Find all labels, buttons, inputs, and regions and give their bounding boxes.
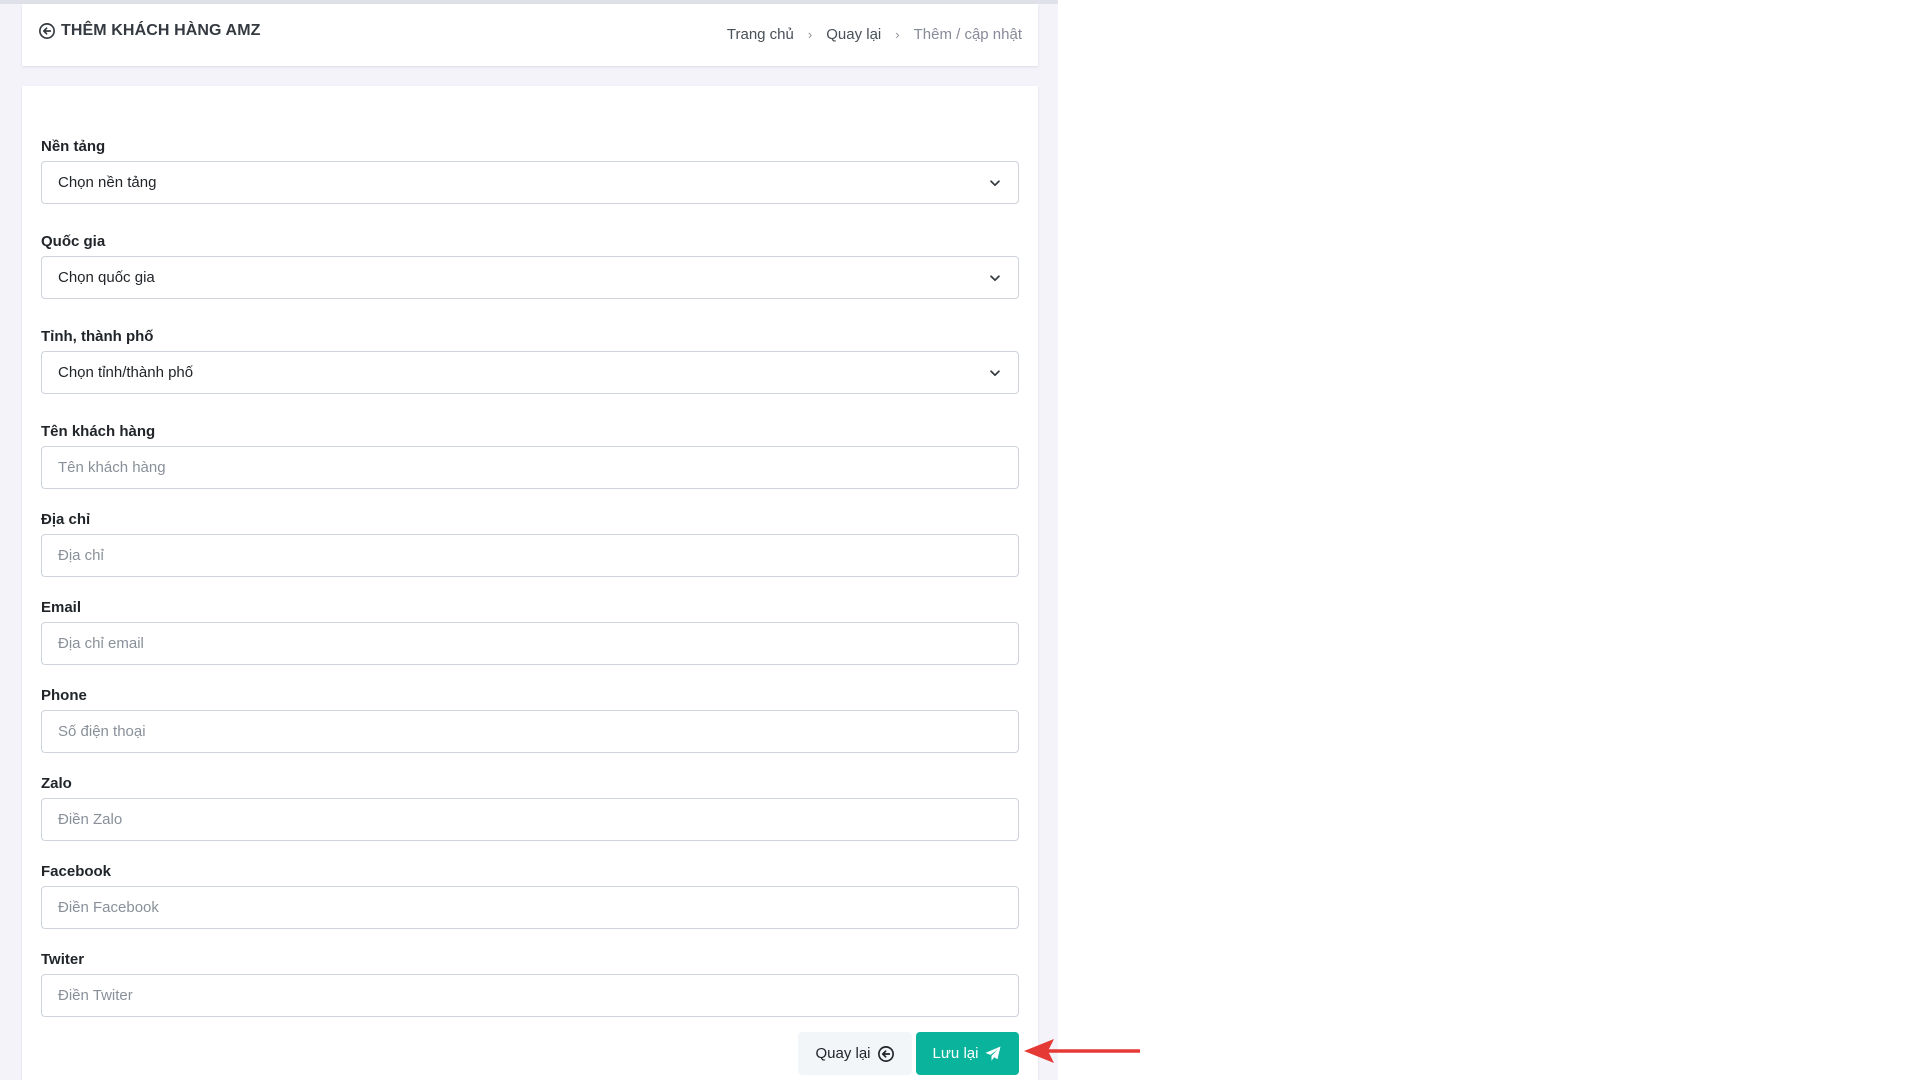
paper-plane-icon xyxy=(985,1046,1001,1061)
customer-name-field: Tên khách hàng xyxy=(41,420,1019,489)
zalo-input-box xyxy=(41,798,1019,841)
save-button-label: Lưu lại xyxy=(932,1045,979,1062)
city-field: Tỉnh, thành phố Chọn tỉnh/thành phố xyxy=(41,325,1019,394)
phone-input[interactable] xyxy=(58,723,1002,740)
email-field: Email xyxy=(41,596,1019,665)
email-input-box xyxy=(41,622,1019,665)
country-label: Quốc gia xyxy=(41,233,106,250)
chevron-down-icon xyxy=(990,274,1000,281)
page-header: THÊM KHÁCH HÀNG AMZ Trang chủ › Quay lại… xyxy=(22,4,1038,66)
customer-form: Nền tảng Chọn nền tảng Quốc gia Chọn quố… xyxy=(22,86,1038,1080)
breadcrumb-back[interactable]: Quay lại xyxy=(826,26,881,43)
phone-field: Phone xyxy=(41,684,1019,753)
zalo-input[interactable] xyxy=(58,811,1002,828)
facebook-input-box xyxy=(41,886,1019,929)
address-input-box xyxy=(41,534,1019,577)
annotation-arrow-icon xyxy=(1024,1039,1140,1063)
customer-name-label: Tên khách hàng xyxy=(41,423,156,440)
platform-field: Nền tảng Chọn nền tảng xyxy=(41,135,1019,204)
chevron-down-icon xyxy=(990,179,1000,186)
email-input[interactable] xyxy=(58,635,1002,652)
twitter-label: Twiter xyxy=(41,951,85,968)
facebook-label: Facebook xyxy=(41,863,112,880)
save-button[interactable]: Lưu lại xyxy=(916,1032,1019,1075)
twitter-field: Twiter xyxy=(41,948,1019,1017)
twitter-input[interactable] xyxy=(58,987,1002,1004)
breadcrumb-chevron-icon: › xyxy=(807,27,813,42)
city-label: Tỉnh, thành phố xyxy=(41,328,154,345)
breadcrumb-chevron-icon: › xyxy=(895,27,900,42)
phone-label: Phone xyxy=(41,687,87,704)
zalo-label: Zalo xyxy=(41,775,72,792)
country-field: Quốc gia Chọn quốc gia xyxy=(41,230,1019,299)
arrow-circle-left-icon xyxy=(877,1045,894,1062)
address-label: Địa chỉ xyxy=(41,511,91,528)
city-select-value: Chọn tỉnh/thành phố xyxy=(58,364,194,381)
platform-label: Nền tảng xyxy=(41,138,106,155)
zalo-field: Zalo xyxy=(41,772,1019,841)
customer-name-input[interactable] xyxy=(58,459,1002,476)
chevron-down-icon xyxy=(990,369,1000,376)
back-button-label: Quay lại xyxy=(815,1045,871,1062)
twitter-input-box xyxy=(41,974,1019,1017)
platform-select[interactable]: Chọn nền tảng xyxy=(41,161,1019,204)
page: THÊM KHÁCH HÀNG AMZ Trang chủ › Quay lại… xyxy=(0,0,1920,1080)
page-title-text: THÊM KHÁCH HÀNG AMZ xyxy=(61,22,261,39)
country-select-value: Chọn quốc gia xyxy=(58,269,155,286)
address-field: Địa chỉ xyxy=(41,508,1019,577)
email-label: Email xyxy=(41,599,82,616)
country-select[interactable]: Chọn quốc gia xyxy=(41,256,1019,299)
facebook-field: Facebook xyxy=(41,860,1019,929)
platform-select-value: Chọn nền tảng xyxy=(58,174,157,191)
breadcrumb-home[interactable]: Trang chủ xyxy=(727,26,794,43)
page-title: THÊM KHÁCH HÀNG AMZ xyxy=(38,22,261,40)
arrow-circle-left-icon[interactable] xyxy=(38,22,56,40)
customer-name-input-box xyxy=(41,446,1019,489)
phone-input-box xyxy=(41,710,1019,753)
back-button[interactable]: Quay lại xyxy=(798,1032,912,1075)
breadcrumb-current: Thêm / cập nhật xyxy=(913,26,1022,43)
breadcrumb: Trang chủ › Quay lại › Thêm / cập nhật xyxy=(727,26,1022,43)
facebook-input[interactable] xyxy=(58,899,1002,916)
city-select[interactable]: Chọn tỉnh/thành phố xyxy=(41,351,1019,394)
address-input[interactable] xyxy=(58,547,1002,564)
